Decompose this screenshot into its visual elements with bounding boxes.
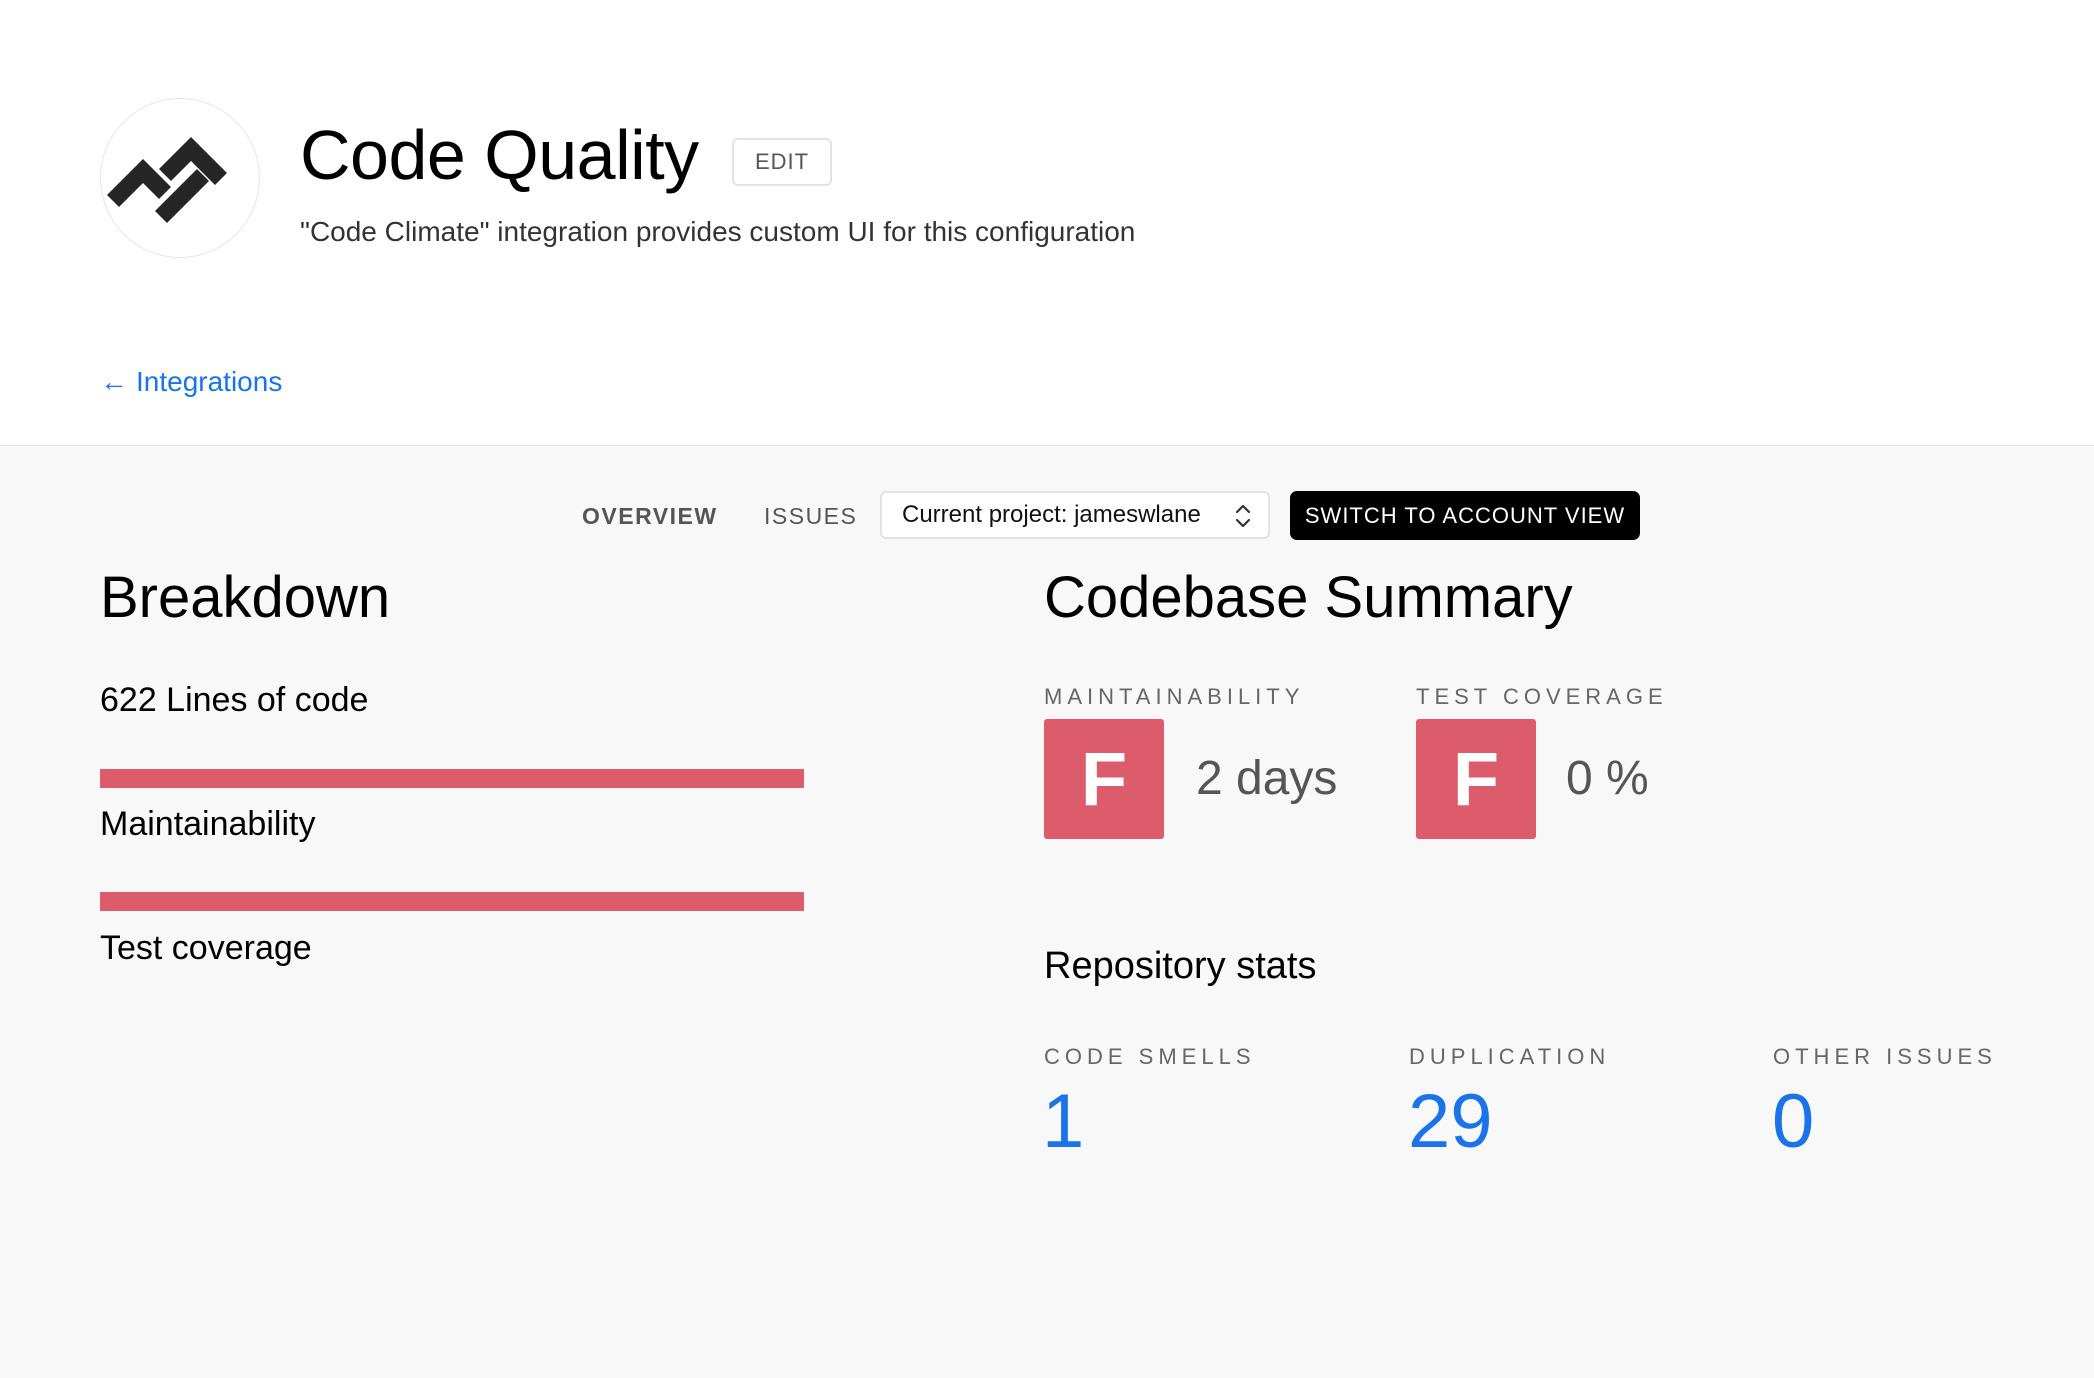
edit-button[interactable]: EDIT	[732, 138, 832, 186]
test-coverage-bar-fill	[100, 892, 804, 911]
code-climate-logo-icon	[100, 98, 260, 258]
page-subtitle: "Code Climate" integration provides cust…	[300, 216, 1136, 247]
test-coverage-label: TEST COVERAGE	[1416, 684, 1668, 709]
page-header: Code Quality EDIT "Code Climate" integra…	[0, 0, 2094, 446]
maintainability-bar-fill	[100, 769, 804, 788]
codebase-summary-title: Codebase Summary	[1044, 565, 1573, 630]
maintainability-label: MAINTAINABILITY	[1044, 684, 1305, 709]
chevron-up-down-icon	[1235, 504, 1251, 528]
tab-overview[interactable]: OVERVIEW	[582, 501, 718, 531]
test-coverage-bar-label: Test coverage	[100, 929, 312, 967]
test-coverage-grade-badge: F	[1416, 719, 1536, 839]
other-issues-count[interactable]: 0	[1772, 1077, 1814, 1167]
back-link-label: Integrations	[136, 366, 283, 397]
maintainability-grade-badge: F	[1044, 719, 1164, 839]
breakdown-title: Breakdown	[100, 565, 391, 630]
arrow-left-icon: ←	[100, 366, 128, 397]
test-coverage-bar	[100, 892, 804, 911]
maintainability-bar	[100, 769, 804, 788]
tab-issues[interactable]: ISSUES	[764, 501, 857, 531]
page-title: Code Quality	[300, 116, 699, 194]
lines-of-code: 622 Lines of code	[100, 681, 369, 719]
code-smells-label: CODE SMELLS	[1044, 1044, 1256, 1069]
switch-to-account-view-button[interactable]: SWITCH TO ACCOUNT VIEW	[1290, 491, 1640, 540]
project-select[interactable]: Current project: jameswlane	[880, 491, 1270, 539]
test-coverage-value: 0 %	[1566, 752, 1649, 805]
code-smells-count[interactable]: 1	[1042, 1077, 1084, 1167]
back-to-integrations-link[interactable]: ← Integrations	[100, 364, 282, 400]
repository-stats-title: Repository stats	[1044, 945, 1317, 987]
project-select-label: Current project: jameswlane	[902, 501, 1201, 528]
maintainability-bar-label: Maintainability	[100, 805, 316, 843]
main-content: OVERVIEW ISSUES Current project: jameswl…	[0, 447, 2094, 1378]
other-issues-label: OTHER ISSUES	[1773, 1044, 1997, 1069]
duplication-count[interactable]: 29	[1408, 1077, 1493, 1167]
duplication-label: DUPLICATION	[1409, 1044, 1611, 1069]
maintainability-value: 2 days	[1196, 752, 1338, 805]
